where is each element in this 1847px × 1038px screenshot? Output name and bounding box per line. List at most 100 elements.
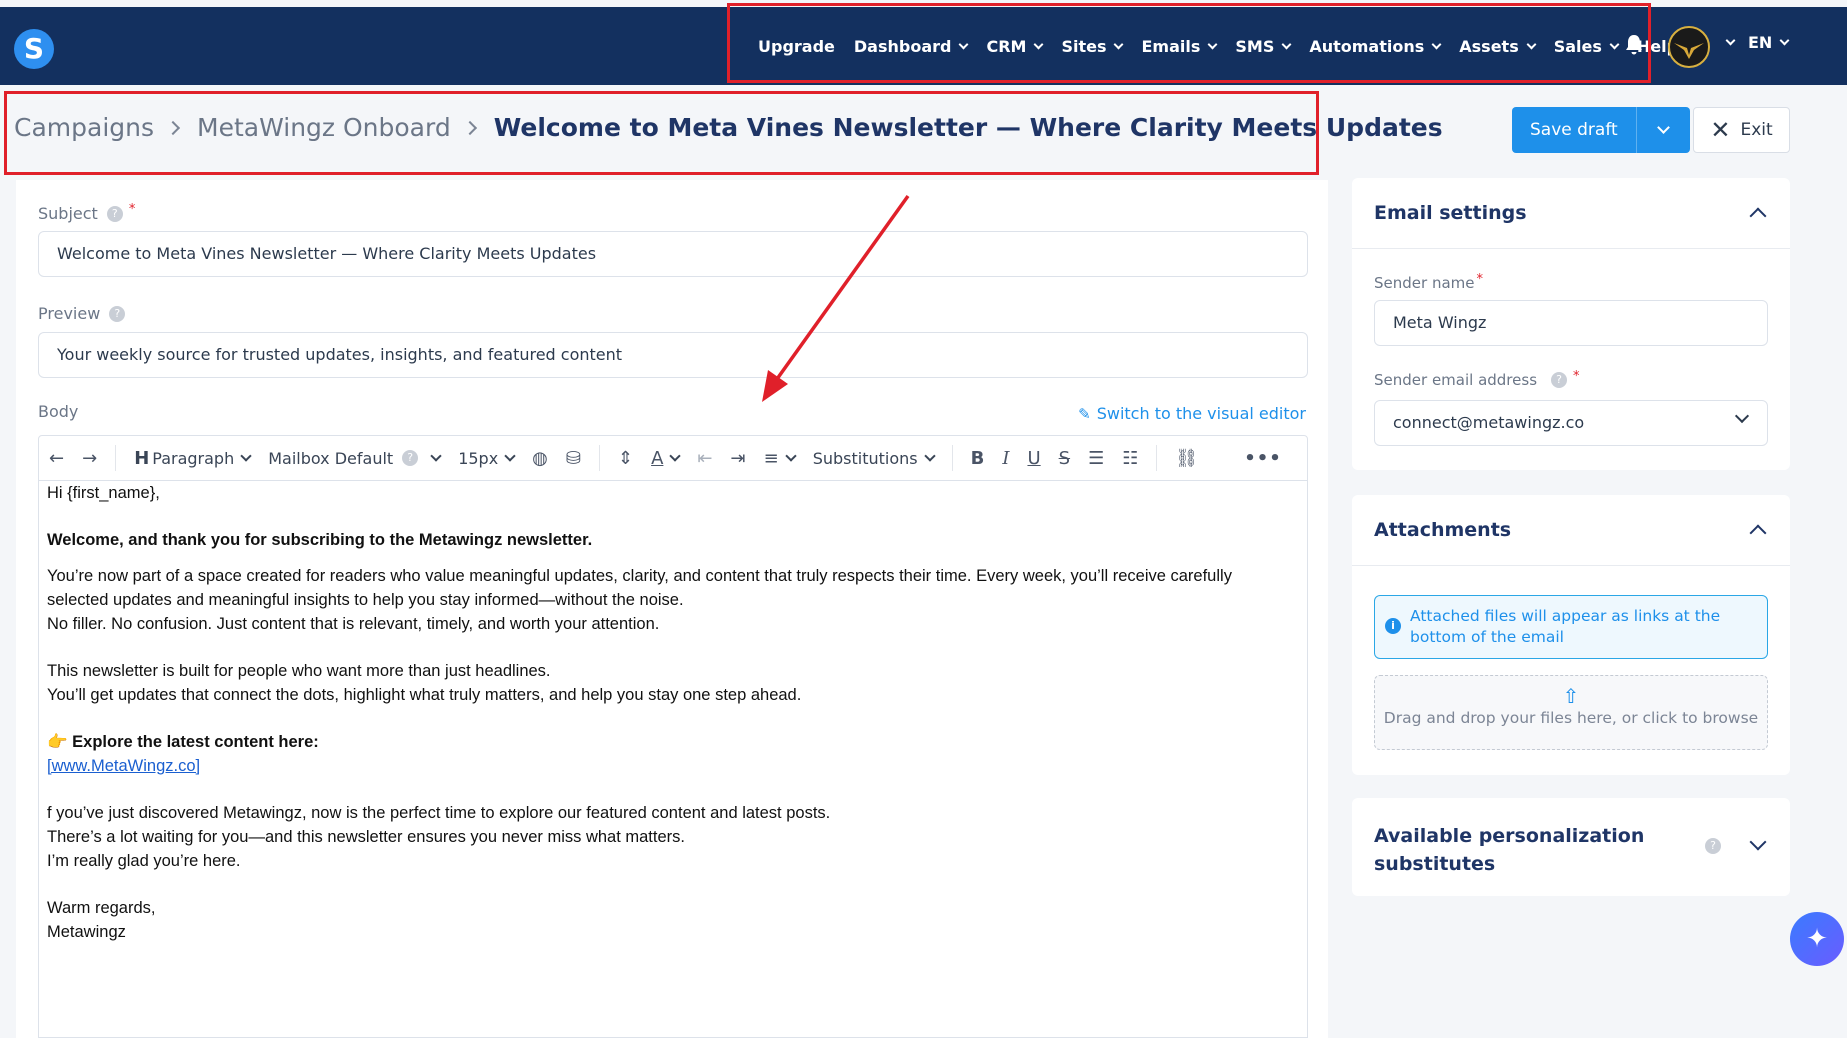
nav-sms-label: SMS [1235,36,1275,56]
body-label: Body [38,402,79,421]
personalization-card[interactable]: Available personalization substitutes ? [1352,798,1790,896]
chevron-up-icon[interactable] [1749,207,1767,225]
attachments-card: Attachments i Attached files will appear… [1352,495,1790,775]
body-explore: Explore the latest content here: [72,733,319,751]
subject-input[interactable]: Welcome to Meta Vines Newsletter — Where… [38,231,1308,277]
indent-icon[interactable]: ⇥ [731,448,746,469]
required-marker: * [128,202,136,217]
chevron-up-icon[interactable] [1749,524,1767,542]
paragraph-style-dropdown[interactable]: H Paragraph [134,447,252,469]
underline-icon[interactable]: U [1027,448,1040,469]
preview-label: Preview ? [38,304,126,323]
sender-email-value: connect@metawingz.co [1393,413,1585,432]
nav-automations[interactable]: Automations [1309,37,1442,56]
nav-assets[interactable]: Assets [1459,37,1537,56]
font-family-label: Mailbox Default [268,448,394,468]
attachments-info-alert: i Attached files will appear as links at… [1374,595,1768,659]
font-size-dropdown[interactable]: 15px [458,449,516,468]
text-color-icon[interactable]: ◍ [532,448,548,469]
nav-emails[interactable]: Emails [1141,36,1218,56]
bell-icon[interactable] [1624,34,1644,56]
switch-visual-editor-label: Switch to the visual editor [1096,404,1306,423]
highlight-icon[interactable]: ⛁ [566,448,581,469]
nav-sites-label: Sites [1061,36,1107,56]
help-icon[interactable]: ? [1551,372,1568,388]
body-paragraph: No filler. No confusion. Just content th… [47,615,660,633]
nav-sites[interactable]: Sites [1061,36,1124,56]
sender-name-label: Sender name * [1374,271,1483,293]
numbered-list-icon[interactable]: ☷ [1122,448,1138,469]
sender-name-input[interactable]: Meta Wingz [1374,300,1768,346]
drop-zone-text: Drag and drop your files here, or click … [1383,709,1759,727]
body-paragraph: You’ll get updates that connect the dots… [47,686,802,704]
nav-emails-label: Emails [1141,36,1201,56]
body-link[interactable]: [www.MetaWingz.co] [47,757,200,775]
breadcrumb-campaigns[interactable]: Campaigns [14,113,154,142]
bold-icon[interactable]: B [971,448,985,469]
breadcrumb-onboard[interactable]: MetaWingz Onboard [197,113,451,142]
nav-dashboard[interactable]: Dashboard [854,37,969,56]
nav-sms[interactable]: SMS [1235,36,1292,56]
link-icon[interactable]: ⛓ [1175,448,1198,469]
user-avatar[interactable] [1668,26,1710,68]
sender-email-select[interactable]: connect@metawingz.co [1374,400,1768,446]
personalization-title: Available personalization substitutes [1374,822,1644,878]
font-family-dropdown[interactable]: Mailbox Default? [268,448,442,468]
nav-crm[interactable]: CRM [986,36,1044,56]
file-drop-zone[interactable]: ⇧ Drag and drop your files here, or clic… [1374,675,1768,750]
switch-visual-editor-link[interactable]: ✎ Switch to the visual editor [1078,404,1306,423]
chevron-down-icon [504,450,516,462]
email-body-editor[interactable]: Hi {first_name}, Welcome, and thank you … [38,481,1308,1038]
chevron-down-icon [240,450,252,462]
redo-icon[interactable]: → [82,448,97,469]
nav-upgrade-label: Upgrade [758,36,835,56]
italic-icon[interactable]: I [1002,448,1009,469]
nav-upgrade[interactable]: Upgrade [758,37,835,56]
nav-crm-label: CRM [986,36,1027,56]
body-paragraph: There’s a lot waiting for you—and this n… [47,828,685,846]
required-marker: * [1476,271,1483,287]
sender-email-label-text: Sender email address [1374,371,1538,389]
align-icon[interactable]: ≡ [764,448,797,469]
toolbar-divider [115,445,117,471]
chevron-down-icon [1656,121,1670,134]
wings-logo-icon [1674,43,1704,59]
bullet-list-icon[interactable]: ☰ [1088,448,1104,469]
chevron-down-icon [1114,39,1124,49]
exit-button[interactable]: ✕ Exit [1693,107,1790,153]
more-options-icon[interactable]: ••• [1244,448,1282,469]
save-draft-button[interactable]: Save draft [1512,107,1636,153]
strikethrough-icon[interactable]: S [1059,448,1070,469]
undo-icon[interactable]: ← [49,448,64,469]
chevron-down-icon [430,450,442,462]
editor-toolbar: ← → H Paragraph Mailbox Default? 15px ◍ ⛁… [38,435,1308,481]
personalization-title-line: Available personalization [1374,825,1645,847]
app-logo[interactable]: S [14,29,54,69]
nav-sales[interactable]: Sales [1554,37,1620,56]
chevron-down-icon [1431,39,1442,49]
ai-assistant-button[interactable]: ✦ [1790,912,1844,966]
chevron-down-icon[interactable] [1725,35,1736,46]
substitutions-dropdown[interactable]: Substitutions [813,449,936,468]
save-draft-group: Save draft [1512,107,1690,153]
chevron-down-icon [923,450,936,462]
breadcrumb: Campaigns MetaWingz Onboard Welcome to M… [14,113,1443,142]
line-height-icon[interactable]: ⇕ [618,448,633,469]
chevron-down-icon [1779,35,1790,46]
paragraph-style-label: Paragraph [152,448,235,468]
body-closing: Warm regards, [47,899,156,917]
email-editor-panel: Subject ? * Welcome to Meta Vines Newsle… [16,180,1328,1038]
outdent-icon[interactable]: ⇤ [697,448,712,469]
help-icon[interactable]: ? [106,205,123,222]
main-nav: Upgrade Dashboard CRM Sites Emails SMS A… [758,7,1697,85]
help-icon[interactable]: ? [109,305,126,322]
heading-icon: H [134,447,150,469]
chevron-down-icon [1526,39,1537,49]
chevron-down-icon[interactable] [1749,833,1767,851]
preview-input[interactable]: Your weekly source for trusted updates, … [38,332,1308,378]
save-options-button[interactable] [1635,107,1690,153]
text-style-icon[interactable]: A [651,448,682,469]
help-icon[interactable]: ? [1705,838,1721,854]
card-divider [1352,565,1790,566]
language-selector[interactable]: EN [1748,33,1790,52]
